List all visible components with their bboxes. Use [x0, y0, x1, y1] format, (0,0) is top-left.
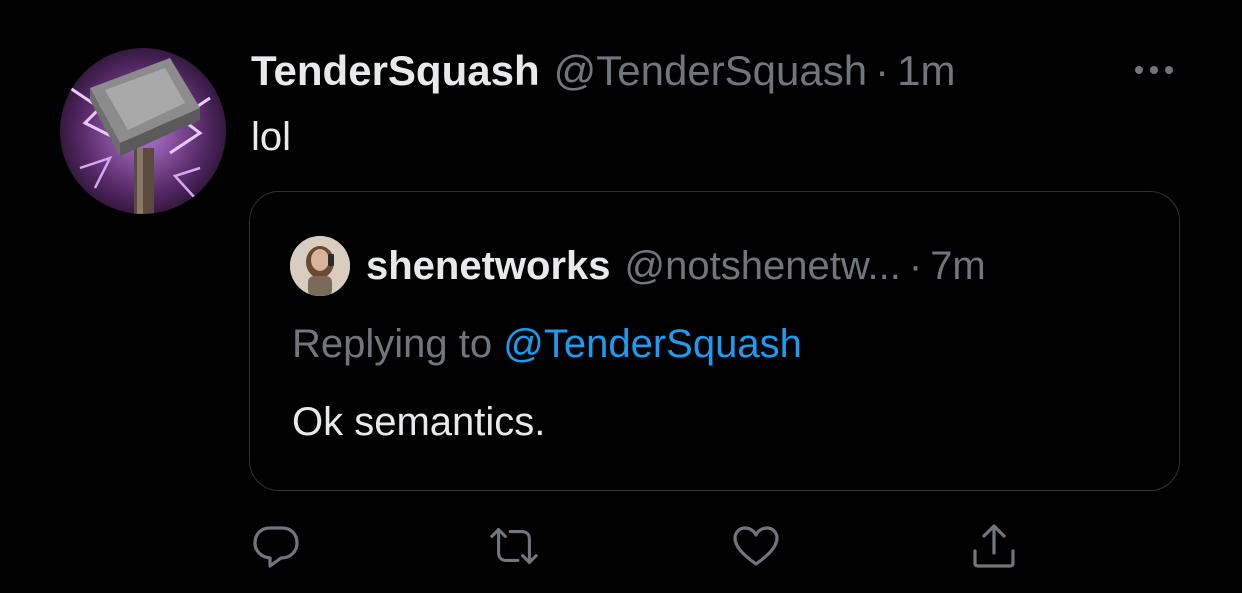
- display-name[interactable]: TenderSquash: [251, 45, 540, 97]
- quote-timestamp[interactable]: 7m: [930, 240, 986, 292]
- reply-icon: [253, 526, 299, 568]
- replying-handle-link[interactable]: @TenderSquash: [503, 322, 802, 366]
- quote-display-name[interactable]: shenetworks: [366, 240, 611, 292]
- replying-to: Replying to @TenderSquash: [292, 318, 802, 370]
- hammer-avatar-icon: [60, 48, 226, 214]
- like-icon: [733, 526, 779, 566]
- quote-avatar[interactable]: [290, 236, 350, 296]
- separator-dot: ·: [875, 47, 890, 94]
- tweet: TenderSquash @TenderSquash · 1m lol shen…: [0, 0, 1242, 593]
- replying-label: Replying to: [292, 322, 493, 366]
- more-options-button[interactable]: [1128, 56, 1180, 84]
- user-handle[interactable]: @TenderSquash: [554, 45, 868, 97]
- quote-header: shenetworks @notshenetw... · 7m: [366, 240, 986, 292]
- quote-separator-dot: ·: [908, 244, 923, 288]
- timestamp[interactable]: 1m: [897, 45, 955, 97]
- avatar[interactable]: [60, 48, 226, 214]
- quote-text: Ok semantics.: [292, 400, 546, 444]
- person-avatar-icon: [290, 236, 350, 296]
- share-icon: [973, 524, 1015, 568]
- like-button[interactable]: [730, 520, 782, 572]
- reply-button[interactable]: [250, 520, 302, 572]
- share-button[interactable]: [968, 520, 1020, 572]
- retweet-icon: [490, 528, 538, 564]
- more-options-icon: [1135, 66, 1173, 74]
- quote-user-handle[interactable]: @notshenetw...: [625, 240, 901, 292]
- tweet-header: TenderSquash @TenderSquash · 1m: [251, 45, 955, 97]
- quoted-tweet[interactable]: shenetworks @notshenetw... · 7m Replying…: [249, 191, 1180, 491]
- tweet-text: lol: [251, 115, 292, 159]
- retweet-button[interactable]: [488, 520, 540, 572]
